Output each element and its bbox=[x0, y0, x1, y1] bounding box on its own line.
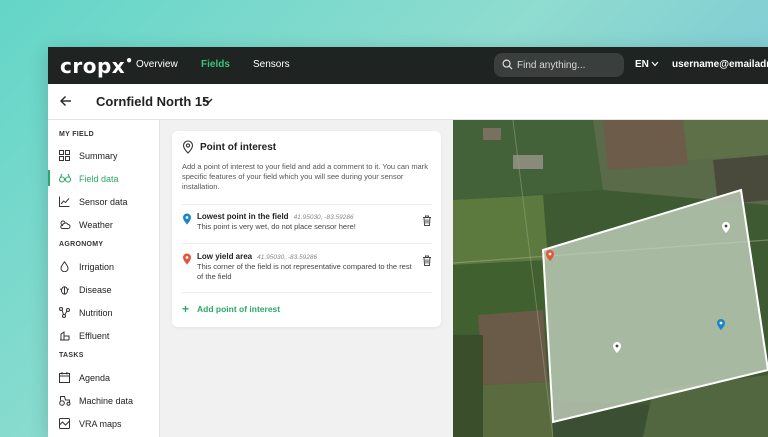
sidebar-item-weather[interactable]: Weather bbox=[48, 215, 160, 235]
sidebar-item-label: Irrigation bbox=[79, 262, 115, 272]
plus-icon: + bbox=[182, 302, 190, 316]
divider bbox=[182, 292, 432, 293]
bug-icon bbox=[59, 286, 70, 295]
section-label-my-field: MY FIELD bbox=[59, 131, 94, 138]
sidebar-item-effluent[interactable]: Effluent bbox=[48, 326, 160, 346]
field-title-bar: Cornfield North 15 bbox=[48, 84, 768, 120]
section-label-tasks: TASKS bbox=[59, 352, 84, 359]
nav-fields[interactable]: Fields bbox=[201, 59, 230, 70]
sidebar-item-label: Summary bbox=[79, 151, 118, 161]
sidebar-item-vra-maps[interactable]: VRA maps bbox=[48, 414, 160, 434]
calendar-icon bbox=[59, 372, 70, 383]
tractor-icon bbox=[59, 396, 71, 406]
back-arrow-icon[interactable] bbox=[60, 95, 72, 107]
sidebar-item-label: Agenda bbox=[79, 373, 111, 383]
language-label: EN bbox=[635, 59, 649, 70]
sidebar-item-irrigation[interactable]: Irrigation bbox=[48, 257, 160, 277]
binoculars-icon bbox=[59, 173, 71, 183]
chevron-down-icon bbox=[651, 61, 659, 67]
search-input[interactable] bbox=[517, 57, 617, 73]
poi-comment: This point is very wet, do not place sen… bbox=[197, 222, 356, 231]
user-menu[interactable]: username@emailadress bbox=[672, 59, 768, 70]
sidebar-item-label: Field data bbox=[79, 174, 119, 184]
card-description: Add a point of interest to your field an… bbox=[182, 162, 428, 191]
trash-icon[interactable] bbox=[422, 215, 432, 226]
sidebar-item-label: Weather bbox=[79, 220, 113, 230]
chart-icon bbox=[59, 196, 70, 207]
app-window: cropx• Overview Fields Sensors EN userna… bbox=[48, 47, 768, 437]
sidebar-item-agenda[interactable]: Agenda bbox=[48, 368, 160, 388]
sidebar-item-summary[interactable]: Summary bbox=[48, 146, 160, 166]
top-navigation-bar: cropx• Overview Fields Sensors EN userna… bbox=[48, 47, 768, 84]
cropx-logo[interactable]: cropx• bbox=[60, 54, 133, 78]
sidebar-item-label: Disease bbox=[79, 285, 112, 295]
card-title: Point of interest bbox=[200, 142, 277, 153]
red-map-pin-icon bbox=[183, 253, 191, 265]
sidebar-item-label: VRA maps bbox=[79, 419, 122, 429]
poi-comment: This corner of the field is not represen… bbox=[197, 262, 412, 281]
nav-sensors[interactable]: Sensors bbox=[253, 59, 290, 70]
location-pin-icon bbox=[182, 140, 194, 154]
chevron-down-icon[interactable] bbox=[203, 98, 213, 105]
poi-name: Lowest point in the field 41.95030, -83.5… bbox=[197, 212, 354, 221]
effluent-icon bbox=[60, 331, 70, 341]
sidebar-item-label: Effluent bbox=[79, 331, 110, 341]
divider bbox=[182, 243, 432, 244]
search-box[interactable] bbox=[494, 53, 624, 77]
sidebar: MY FIELD Summary Field data Sensor data … bbox=[48, 120, 160, 437]
water-drop-icon bbox=[60, 261, 69, 272]
sidebar-item-field-data[interactable]: Field data bbox=[48, 169, 160, 189]
sidebar-item-nutrition[interactable]: Nutrition bbox=[48, 303, 160, 323]
poi-coordinates: 41.95030, -83.59286 bbox=[293, 214, 354, 221]
nav-overview[interactable]: Overview bbox=[136, 59, 178, 70]
blue-map-pin-icon bbox=[183, 213, 191, 225]
sidebar-item-disease[interactable]: Disease bbox=[48, 280, 160, 300]
weather-icon bbox=[60, 220, 71, 229]
grid-icon bbox=[59, 150, 70, 161]
sidebar-item-machine-data[interactable]: Machine data bbox=[48, 391, 160, 411]
map-icon bbox=[59, 418, 70, 429]
language-selector[interactable]: EN bbox=[635, 59, 659, 70]
add-poi-label: Add point of interest bbox=[197, 304, 281, 314]
point-of-interest-card: Point of interest Add a point of interes… bbox=[172, 131, 441, 327]
nutrition-icon bbox=[59, 307, 70, 318]
divider bbox=[182, 204, 432, 205]
poi-coordinates: 41.95030, -83.59286 bbox=[257, 254, 318, 261]
satellite-map[interactable] bbox=[453, 120, 768, 437]
sidebar-item-label: Nutrition bbox=[79, 308, 113, 318]
sidebar-item-label: Sensor data bbox=[79, 197, 128, 207]
search-icon bbox=[502, 59, 513, 70]
section-label-agronomy: AGRONOMY bbox=[59, 241, 104, 248]
sidebar-item-sensor-data[interactable]: Sensor data bbox=[48, 192, 160, 212]
field-title[interactable]: Cornfield North 15 bbox=[96, 94, 209, 109]
sidebar-item-label: Machine data bbox=[79, 396, 134, 406]
trash-icon[interactable] bbox=[422, 255, 432, 266]
poi-name: Low yield area 41.95030, -83.59286 bbox=[197, 252, 318, 261]
